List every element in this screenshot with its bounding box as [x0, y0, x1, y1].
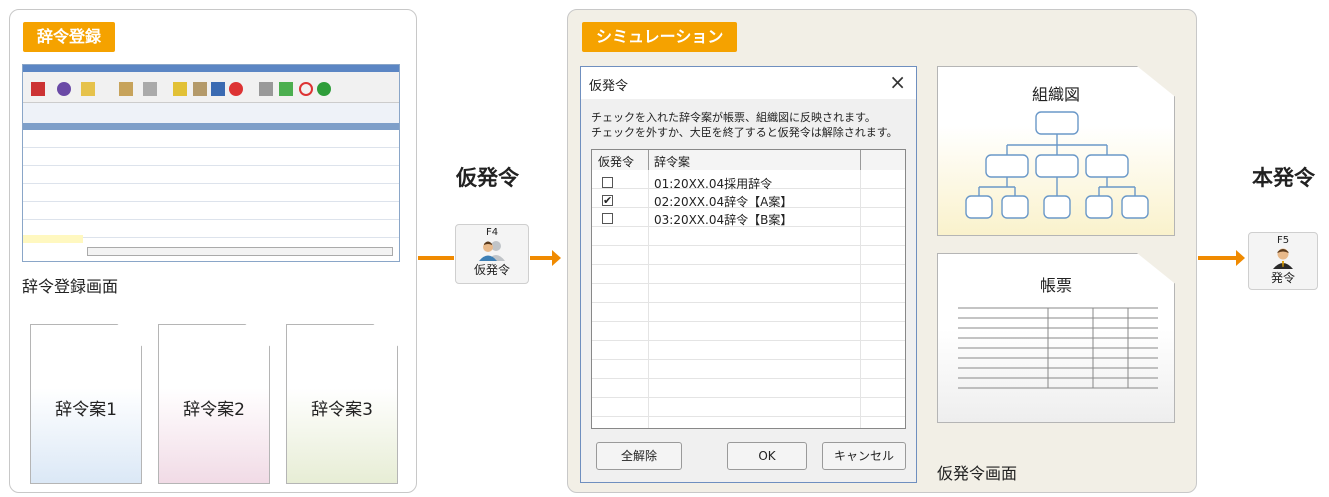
org-chart-document[interactable]: 組織図 [937, 66, 1175, 236]
draft-document-1[interactable]: 辞令案1 [30, 324, 142, 484]
draft-document-2[interactable]: 辞令案2 [158, 324, 270, 484]
row-name-2: 02:20XX.04辞令【A案】 [654, 195, 793, 209]
f5-key-label: F5 [1276, 235, 1290, 246]
dialog-message-line2: チェックを外すか、大臣を終了すると仮発令は解除されます。 [591, 126, 898, 139]
cancel-button[interactable]: キャンセル [822, 442, 906, 470]
arrow-right-connector [1198, 248, 1246, 272]
report-title: 帳票 [1039, 276, 1072, 295]
column-header-check[interactable]: 仮発令 [598, 153, 634, 170]
arrow-middle-right [530, 248, 562, 272]
ok-button[interactable]: OK [727, 442, 807, 470]
row-checkbox-3[interactable] [602, 213, 613, 224]
org-chart-diagram [965, 111, 1149, 219]
provisional-screen-caption: 仮発令画面 [937, 464, 1018, 483]
f4-action-label: 仮発令 [473, 263, 510, 277]
simulation-tag: シミュレーション [582, 22, 738, 52]
close-icon[interactable]: × [889, 70, 906, 94]
draft-list[interactable]: 仮発令 辞令案 01:20XX.04採用辞令 ✔ 02:20XX.04辞令【A案… [591, 149, 906, 429]
registration-screen-caption: 辞令登録画面 [22, 277, 119, 296]
draft-label-1: 辞令案1 [55, 400, 117, 420]
provisional-dialog: 仮発令 × チェックを入れた辞令案が帳票、組織図に反映されます。 チェックを外す… [580, 66, 917, 483]
clear-all-button[interactable]: 全解除 [596, 442, 682, 470]
dialog-message-line1: チェックを入れた辞令案が帳票、組織図に反映されます。 [591, 111, 876, 124]
report-table-graphic [958, 307, 1158, 389]
draft-label-2: 辞令案2 [183, 400, 245, 420]
provisional-action-label: 仮発令 [456, 166, 519, 190]
user-icon [478, 239, 506, 261]
f5-issue-button[interactable]: F5 発令 [1248, 232, 1318, 290]
f4-provisional-button[interactable]: F4 仮発令 [455, 224, 529, 284]
f5-action-label: 発令 [1270, 271, 1295, 285]
dialog-title: 仮発令 [589, 79, 629, 94]
draft-document-3[interactable]: 辞令案3 [286, 324, 398, 484]
row-checkbox-1[interactable] [602, 177, 613, 188]
org-chart-title: 組織図 [1031, 85, 1080, 104]
arrow-left-connector [418, 256, 454, 260]
registration-tag: 辞令登録 [23, 22, 116, 52]
person-icon [1272, 247, 1294, 269]
row-checkbox-2[interactable]: ✔ [602, 195, 613, 206]
f4-key-label: F4 [485, 227, 499, 238]
row-name-1: 01:20XX.04採用辞令 [654, 177, 773, 191]
final-action-label: 本発令 [1252, 166, 1315, 190]
row-name-3: 03:20XX.04辞令【B案】 [654, 213, 793, 227]
report-document[interactable]: 帳票 [937, 253, 1175, 423]
column-header-name[interactable]: 辞令案 [654, 153, 690, 170]
draft-label-3: 辞令案3 [311, 400, 373, 420]
registration-screen-thumbnail[interactable] [22, 64, 400, 262]
